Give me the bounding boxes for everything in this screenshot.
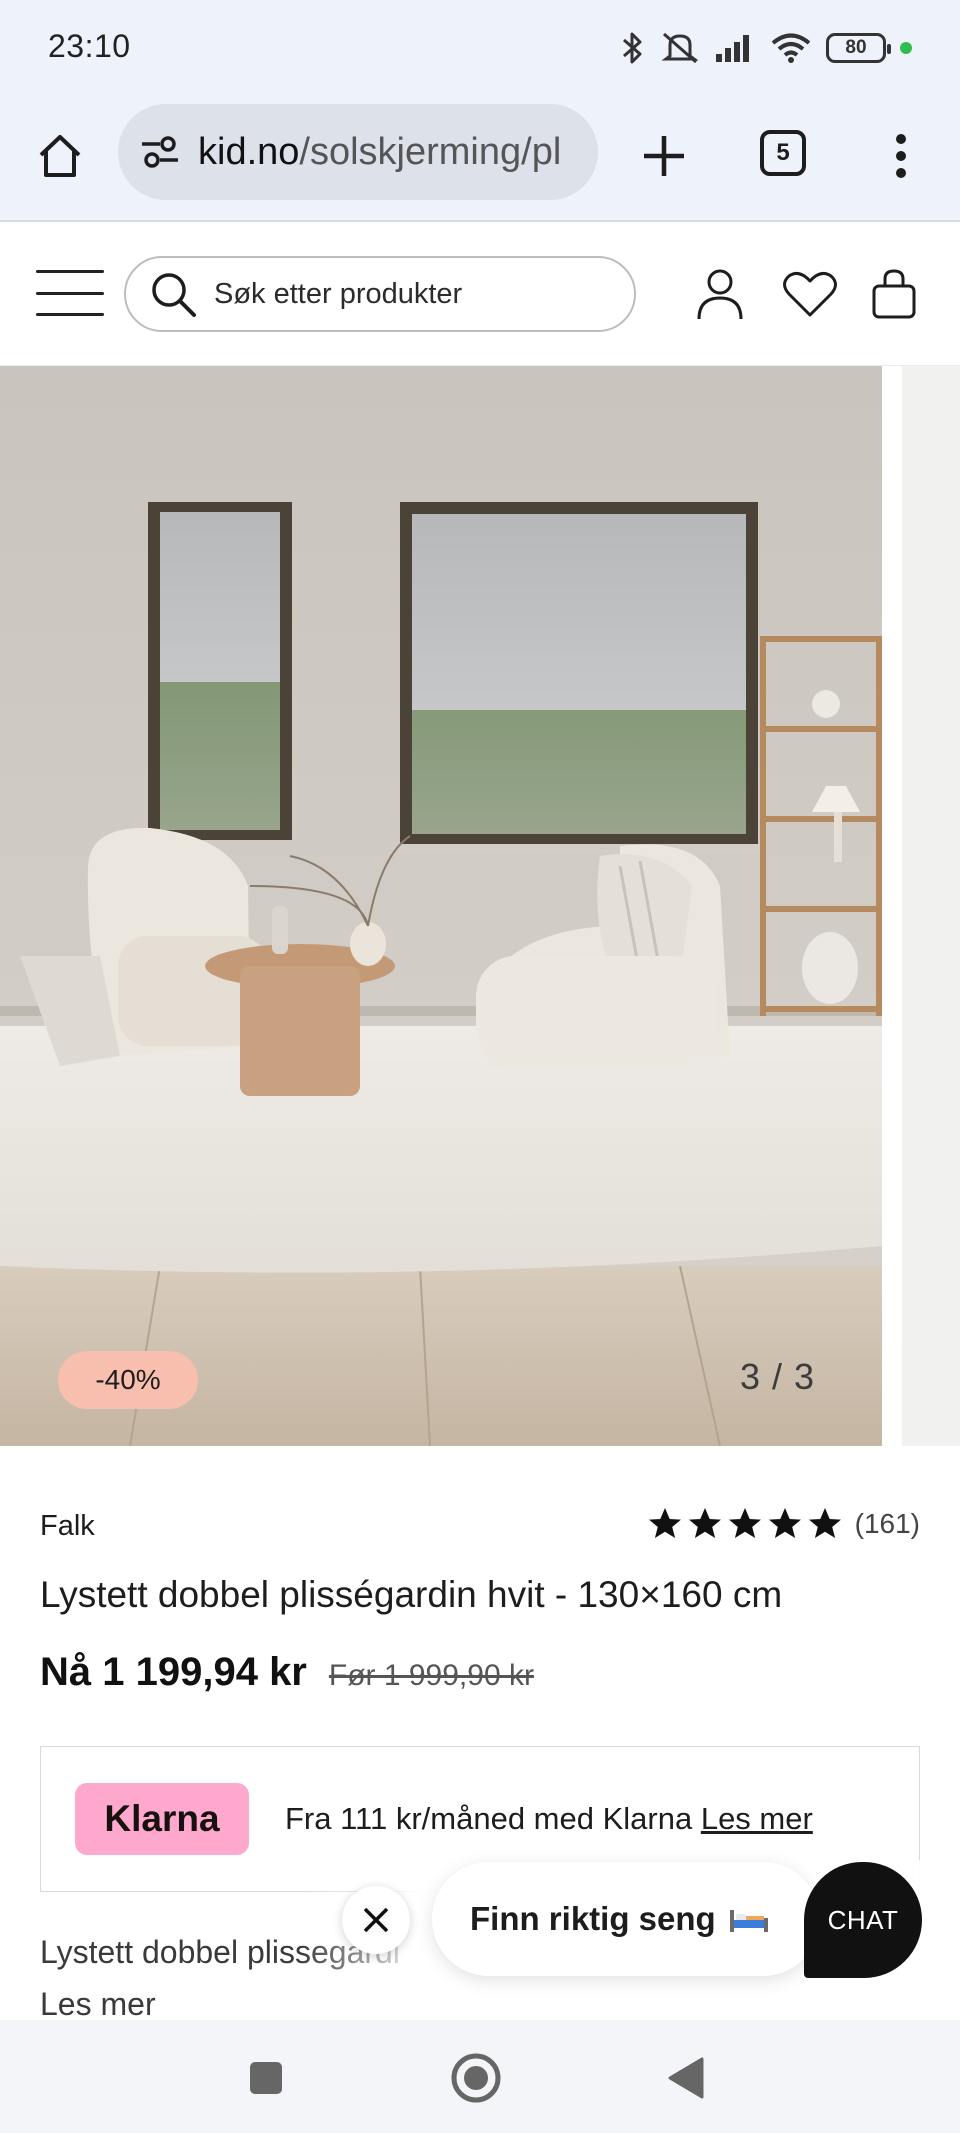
bed-icon [729, 1910, 768, 1932]
wishlist-button[interactable] [780, 266, 840, 322]
heart-icon [783, 271, 837, 317]
product-gallery[interactable]: -40% 3 / 3 [0, 366, 960, 1446]
plus-icon [644, 136, 684, 176]
gallery-counter: 3 / 3 [740, 1356, 816, 1397]
cart-button[interactable] [866, 266, 922, 322]
search-input[interactable]: Søk etter produkter [124, 256, 636, 332]
star-icon [728, 1508, 761, 1538]
new-tab-button[interactable] [632, 124, 696, 188]
home-icon [39, 135, 81, 177]
promo-bubble[interactable]: Finn riktig seng [432, 1862, 820, 1976]
rating-count: (161) [854, 1508, 920, 1539]
address-bar[interactable]: kid.no/solskjerming/pl [118, 104, 598, 200]
status-icons: 80 [620, 28, 912, 68]
home-nav-button[interactable] [446, 2048, 506, 2108]
promo-text: Finn riktig seng [470, 1900, 716, 1937]
recents-button[interactable] [236, 2048, 296, 2108]
shopping-bag-icon [872, 269, 916, 319]
browser-toolbar: kid.no/solskjerming/pl 5 [0, 96, 960, 222]
product-brand[interactable]: Falk [40, 1510, 95, 1543]
url-text: kid.no/solskjerming/pl [198, 131, 561, 174]
bluetooth-icon [620, 30, 646, 66]
system-navigation-bar [0, 2020, 960, 2133]
next-image-peek[interactable] [902, 366, 960, 1446]
klarna-read-more-link[interactable]: Les mer [701, 1801, 813, 1836]
circle-icon [451, 2053, 501, 2103]
star-icon [768, 1508, 801, 1538]
signal-icon [714, 32, 756, 64]
search-placeholder: Søk etter produkter [214, 277, 463, 310]
square-icon [250, 2062, 282, 2094]
mute-icon [660, 30, 700, 66]
description-read-more-link[interactable]: Les mer [40, 1986, 156, 2023]
battery-icon: 80 [826, 33, 891, 63]
price-row: Nå 1 199,94 kr Før 1 999,90 kr [40, 1650, 534, 1695]
star-icon [688, 1508, 721, 1538]
close-icon [363, 1907, 389, 1933]
menu-icon[interactable] [36, 270, 104, 316]
search-icon [152, 273, 196, 317]
klarna-description: Fra 111 kr/måned med Klarna [285, 1801, 701, 1836]
wifi-icon [770, 32, 812, 64]
status-time: 23:10 [48, 28, 131, 64]
back-nav-button[interactable] [656, 2048, 716, 2108]
browser-menu-button[interactable] [878, 124, 924, 188]
chat-button[interactable]: CHAT [804, 1862, 922, 1978]
close-promo-button[interactable] [342, 1886, 410, 1954]
discount-badge: -40% [58, 1351, 198, 1409]
status-bar: 23:10 80 [0, 0, 960, 96]
tab-switcher-button[interactable]: 5 [760, 130, 806, 176]
url-domain: kid.no [198, 130, 300, 173]
user-icon [697, 269, 743, 320]
klarna-logo: Klarna [75, 1783, 249, 1855]
account-button[interactable] [692, 266, 748, 322]
star-icon [648, 1508, 681, 1538]
product-rating[interactable]: (161) [647, 1506, 920, 1542]
back-triangle-icon [668, 2057, 704, 2099]
site-header: Søk etter produkter [0, 222, 960, 366]
more-vert-icon [896, 134, 906, 178]
product-image[interactable] [0, 366, 882, 1446]
url-path: /solskjerming/pl [299, 130, 562, 173]
product-title: Lystett dobbel plisségardin hvit - 130×1… [40, 1574, 783, 1615]
site-settings-icon [142, 136, 178, 168]
klarna-text: Fra 111 kr/måned med Klarna Les mer [285, 1801, 813, 1837]
current-price: Nå 1 199,94 kr [40, 1650, 307, 1694]
privacy-indicator-dot [900, 42, 912, 54]
original-price: Før 1 999,90 kr [328, 1659, 534, 1692]
home-button[interactable] [30, 126, 90, 186]
star-icon [808, 1508, 841, 1538]
